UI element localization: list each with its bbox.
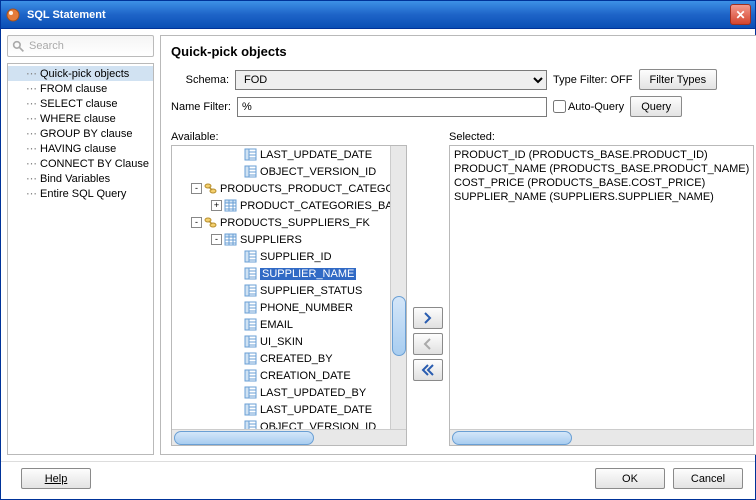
selected-item[interactable]: SUPPLIER_NAME (SUPPLIERS.SUPPLIER_NAME) [452,190,751,204]
available-tree[interactable]: LAST_UPDATE_DATEOBJECT_VERSION_ID-PRODUC… [171,145,407,446]
tree-node[interactable]: CREATION_DATE [172,367,390,384]
titlebar: SQL Statement ✕ [1,1,755,29]
collapse-icon[interactable]: - [191,217,202,228]
filter-types-button[interactable]: Filter Types [639,69,718,90]
add-button[interactable] [413,307,443,329]
nav-item[interactable]: Entire SQL Query [8,186,153,201]
ok-button[interactable]: OK [595,468,665,489]
col-icon [244,318,257,331]
name-filter-label: Name Filter: [171,101,231,113]
nav-item[interactable]: Bind Variables [8,171,153,186]
search-icon [12,40,25,53]
help-button[interactable]: Help [21,468,91,489]
search-placeholder: Search [29,40,64,52]
window-title: SQL Statement [27,9,730,21]
remove-button[interactable] [413,333,443,355]
double-chevron-left-icon [421,364,435,376]
selected-item[interactable]: PRODUCT_NAME (PRODUCTS_BASE.PRODUCT_NAME… [452,162,751,176]
col-icon [244,369,257,382]
tree-node[interactable]: SUPPLIER_ID [172,248,390,265]
search-input[interactable]: Search [7,35,154,57]
col-icon [244,403,257,416]
tree-node[interactable]: LAST_UPDATE_DATE [172,401,390,418]
tree-node[interactable]: +PRODUCT_CATEGORIES_BASE [172,197,390,214]
tree-node[interactable]: OBJECT_VERSION_ID [172,163,390,180]
tree-node[interactable]: EMAIL [172,316,390,333]
col-icon [244,301,257,314]
type-filter-label: Type Filter: OFF [553,74,632,86]
tree-node[interactable]: CREATED_BY [172,350,390,367]
selected-hscrollbar[interactable] [450,429,753,445]
tree-node[interactable]: -SUPPLIERS [172,231,390,248]
col-icon [244,267,257,280]
panel-title: Quick-pick objects [171,44,756,59]
nav-item[interactable]: HAVING clause [8,141,153,156]
app-icon [5,7,21,23]
auto-query-checkbox[interactable]: Auto-Query [553,100,624,113]
col-icon [244,284,257,297]
available-hscrollbar[interactable] [172,429,406,445]
available-label: Available: [171,131,407,143]
nav-item[interactable]: FROM clause [8,81,153,96]
collapse-icon[interactable]: - [211,234,222,245]
col-icon [244,250,257,263]
tree-node[interactable]: SUPPLIER_STATUS [172,282,390,299]
name-filter-input[interactable] [237,97,547,117]
col-icon [244,386,257,399]
tbl-icon [224,199,237,212]
cancel-button[interactable]: Cancel [673,468,743,489]
fk-icon [204,182,217,195]
transfer-buttons [413,131,443,446]
footer: Help OK Cancel [1,461,755,495]
selected-label: Selected: [449,131,754,143]
schema-label: Schema: [171,74,229,86]
available-vscrollbar[interactable] [390,146,406,429]
chevron-left-icon [422,338,434,350]
collapse-icon[interactable]: - [191,183,202,194]
tree-node[interactable]: -PRODUCTS_PRODUCT_CATEGORIES_FK [172,180,390,197]
col-icon [244,352,257,365]
tree-node[interactable]: SUPPLIER_NAME [172,265,390,282]
col-icon [244,335,257,348]
nav-item[interactable]: SELECT clause [8,96,153,111]
col-icon [244,165,257,178]
query-button[interactable]: Query [630,96,682,117]
nav-item[interactable]: GROUP BY clause [8,126,153,141]
selected-list[interactable]: PRODUCT_ID (PRODUCTS_BASE.PRODUCT_ID)PRO… [449,145,754,446]
nav-tree: Quick-pick objectsFROM clauseSELECT clau… [7,63,154,455]
schema-select[interactable]: FOD [235,70,547,90]
nav-item[interactable]: WHERE clause [8,111,153,126]
tree-node[interactable]: LAST_UPDATE_DATE [172,146,390,163]
tree-node[interactable]: UI_SKIN [172,333,390,350]
tree-node[interactable]: LAST_UPDATED_BY [172,384,390,401]
nav-item[interactable]: Quick-pick objects [8,66,153,81]
tree-node[interactable]: PHONE_NUMBER [172,299,390,316]
col-icon [244,148,257,161]
expand-icon[interactable]: + [211,200,222,211]
close-button[interactable]: ✕ [730,4,751,25]
nav-item[interactable]: CONNECT BY Clause [8,156,153,171]
selected-item[interactable]: COST_PRICE (PRODUCTS_BASE.COST_PRICE) [452,176,751,190]
tree-node[interactable]: -PRODUCTS_SUPPLIERS_FK [172,214,390,231]
fk-icon [204,216,217,229]
remove-all-button[interactable] [413,359,443,381]
selected-item[interactable]: PRODUCT_ID (PRODUCTS_BASE.PRODUCT_ID) [452,148,751,162]
tbl-icon [224,233,237,246]
chevron-right-icon [422,312,434,324]
